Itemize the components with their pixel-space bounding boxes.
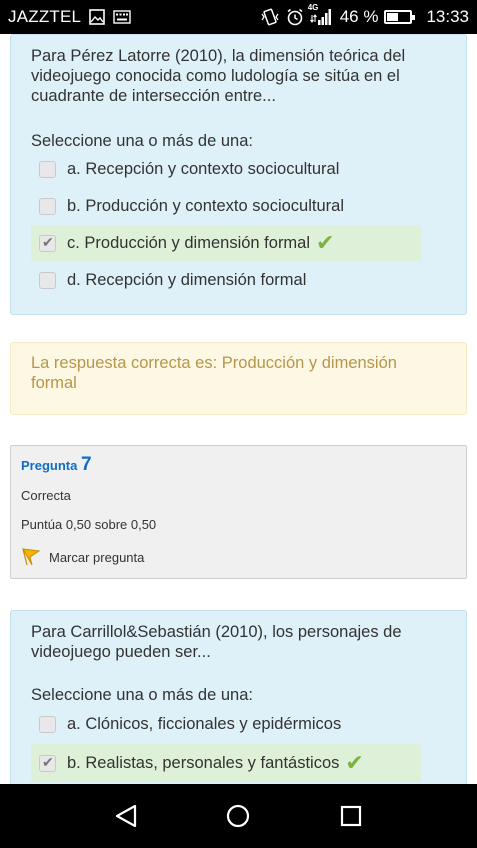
keyboard-icon <box>113 10 131 24</box>
flag-icon <box>22 548 41 566</box>
question-7-text: Para Carrillol&Sebastián (2010), los per… <box>31 623 402 661</box>
question-7-prompt: Seleccione una o más de una: <box>31 686 253 704</box>
flag-label[interactable]: Marcar pregunta <box>49 550 144 565</box>
checkbox <box>39 271 56 289</box>
status-bar: JAZZTEL 4G 46 % 13:33 <box>0 0 477 34</box>
vibrate-icon <box>260 8 280 26</box>
question-7-box: Para Carrillol&Sebastián (2010), los per… <box>10 610 467 784</box>
q6-option-c: c. Producción y dimensión formal ✔ <box>31 225 421 261</box>
quiz-review-content[interactable]: Para Pérez Latorre (2010), la dimensión … <box>0 34 477 784</box>
battery-fill <box>387 13 398 21</box>
checkbox-checked <box>39 234 56 252</box>
question-state: Correcta <box>21 488 71 503</box>
option-label: b. Realistas, personales y fantásticos <box>67 753 340 772</box>
recents-icon <box>340 805 361 827</box>
option-label: a. Clónicos, ficcionales y epidérmicos <box>67 714 342 733</box>
network-type: 4G <box>307 3 319 12</box>
q6-option-a: a. Recepción y contexto sociocultural <box>31 151 421 187</box>
checkmark-icon: ✔ <box>345 750 364 775</box>
question-6-box: Para Pérez Latorre (2010), la dimensión … <box>10 34 467 315</box>
image-icon <box>89 9 105 25</box>
checkbox-checked <box>39 754 56 772</box>
question-6-prompt: Seleccione una o más de una: <box>31 132 253 150</box>
clock: 13:33 <box>426 7 469 26</box>
q6-option-d: d. Recepción y dimensión formal <box>31 262 421 298</box>
alarm-icon <box>286 8 304 26</box>
battery-icon <box>384 10 416 24</box>
checkmark-icon: ✔ <box>316 230 335 255</box>
battery-percent: 46 % <box>339 7 379 26</box>
home-icon <box>227 804 250 828</box>
option-label: a. Recepción y contexto sociocultural <box>67 159 340 178</box>
navigation-bar <box>0 784 477 848</box>
recents-button[interactable] <box>331 796 371 836</box>
carrier-name: JAZZTEL <box>8 7 82 26</box>
checkbox <box>39 197 56 215</box>
question-6-text: Para Pérez Latorre (2010), la dimensión … <box>31 47 406 105</box>
question-number: Pregunta 7 <box>21 454 92 476</box>
signal-icon: 4G <box>308 3 332 26</box>
back-button[interactable] <box>106 796 146 836</box>
option-label: d. Recepción y dimensión formal <box>67 270 307 289</box>
option-label: b. Producción y contexto sociocultural <box>67 196 344 215</box>
back-icon <box>116 804 137 828</box>
q7-option-b: b. Realistas, personales y fantásticos ✔ <box>31 744 421 782</box>
question-grade: Puntúa 0,50 sobre 0,50 <box>21 517 157 532</box>
checkbox <box>39 160 56 178</box>
correct-answer-feedback: La respuesta correcta es: Producción y d… <box>10 342 467 415</box>
question-label: Pregunta <box>21 458 78 473</box>
flag-question-link[interactable]: Marcar pregunta <box>21 548 144 566</box>
question-7-info: Pregunta 7 Correcta Puntúa 0,50 sobre 0,… <box>10 445 467 579</box>
question-number-value: 7 <box>80 454 92 475</box>
q7-option-a: a. Clónicos, ficcionales y epidérmicos <box>31 706 421 742</box>
q6-option-b: b. Producción y contexto sociocultural <box>31 188 421 224</box>
home-button[interactable] <box>218 796 258 836</box>
checkbox <box>39 715 56 733</box>
option-label: c. Producción y dimensión formal <box>67 233 311 252</box>
